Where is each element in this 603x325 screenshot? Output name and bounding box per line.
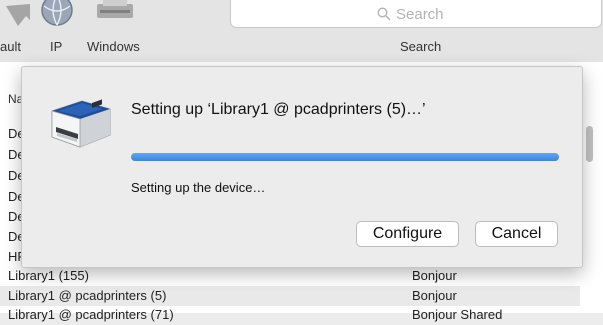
progress-fill	[131, 153, 559, 161]
printer-name: Library1 @ pcadprinters (71)	[8, 307, 174, 322]
table-row[interactable]: Library1 @ pcadprinters (5) Bonjour	[0, 286, 580, 306]
tab-default[interactable]: ault	[0, 39, 21, 54]
search-label: Search	[400, 39, 442, 54]
printer-icon	[48, 89, 114, 156]
status-text: Setting up the device…	[131, 180, 266, 195]
search-placeholder: Search	[396, 6, 444, 23]
printer-name: Library1 @ pcadprinters (5)	[8, 288, 167, 303]
printer-kind: Bonjour	[412, 288, 457, 303]
list-scrollbar[interactable]	[582, 120, 600, 313]
table-row[interactable]: Library1 @ pcadprinters (71) Bonjour Sha…	[0, 305, 580, 325]
setup-progress-bar	[131, 153, 559, 161]
setup-dialog: Setting up ‘Library1 @ pcadprinters (5)……	[21, 66, 583, 268]
tab-ip[interactable]: IP	[50, 39, 62, 54]
tab-windows[interactable]: Windows	[87, 39, 140, 54]
dialog-title: Setting up ‘Library1 @ pcadprinters (5)……	[131, 101, 426, 118]
magnifier-icon	[377, 7, 391, 26]
default-printer-icon[interactable]	[4, 0, 32, 39]
windows-printer-icon[interactable]	[94, 0, 136, 39]
globe-icon[interactable]	[40, 0, 74, 39]
printer-name: Library1 (155)	[8, 268, 89, 283]
printer-kind: Bonjour Shared	[412, 307, 503, 322]
search-field[interactable]: Search	[230, 0, 602, 28]
configure-button[interactable]: Configure	[356, 221, 459, 247]
printer-kind: Bonjour	[412, 268, 457, 283]
table-row[interactable]: Library1 (155) Bonjour	[0, 266, 580, 286]
toolbar: ault IP Windows Search Search	[0, 0, 603, 63]
cancel-button[interactable]: Cancel	[475, 221, 558, 247]
scroll-thumb[interactable]	[586, 126, 593, 162]
